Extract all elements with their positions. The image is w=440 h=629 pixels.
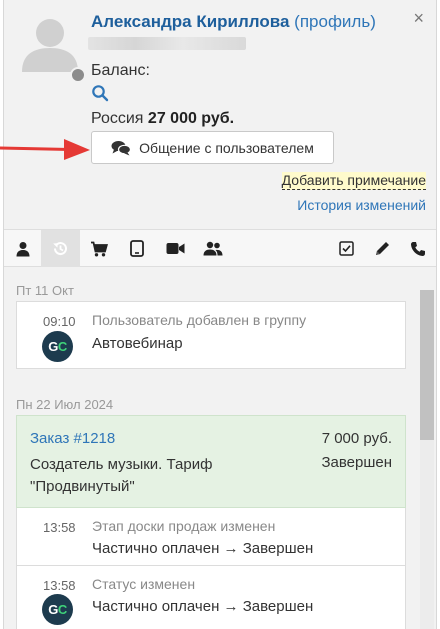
event-detail: Автовебинар [92, 335, 183, 352]
scrollbar[interactable] [420, 290, 434, 629]
cart-icon [91, 241, 108, 256]
tab-toolbar [4, 229, 436, 267]
phone-icon [411, 241, 425, 256]
chat-with-user-button[interactable]: Общение с пользователем [91, 131, 334, 164]
timeline-event: 13:58 Этап доски продаж изменен Частично… [16, 508, 406, 566]
timeline-event: 13:58 Статус изменен Частично оплачен → … [16, 566, 406, 629]
order-amount: 7 000 руб. [321, 430, 392, 447]
checkbox-icon [338, 241, 354, 256]
tab-devices[interactable] [118, 230, 156, 267]
user-icon [16, 241, 29, 256]
event-title: Статус изменен [92, 576, 196, 592]
annotation-arrow-icon [0, 139, 90, 160]
order-status: Завершен [321, 454, 392, 471]
event-time: 13:58 [43, 578, 76, 593]
pencil-icon [375, 242, 389, 255]
tab-call[interactable] [400, 230, 436, 267]
gc-logo: GC [42, 331, 73, 362]
date-header: Пн 22 Июл 2024 [16, 397, 114, 412]
avatar [22, 19, 78, 72]
timeline: Пт 11 Окт 09:10 Пользователь добавлен в … [4, 268, 436, 629]
balance-label: Баланс: [91, 62, 150, 79]
event-title: Этап доски продаж изменен [92, 518, 276, 534]
order-link[interactable]: Заказ #1218 [30, 430, 115, 447]
search-icon[interactable] [91, 84, 109, 102]
tab-groups[interactable] [194, 230, 232, 267]
blurred-email [88, 37, 246, 50]
chat-bubbles-icon [111, 140, 132, 155]
user-name-line: Александра Кириллова (профиль) [91, 12, 376, 32]
close-icon[interactable]: × [413, 9, 424, 27]
history-link[interactable]: История изменений [297, 197, 426, 213]
tab-orders[interactable] [80, 230, 118, 267]
chat-button-label: Общение с пользователем [139, 139, 314, 156]
scrollbar-thumb[interactable] [420, 290, 434, 440]
gc-logo: GC [42, 594, 73, 625]
group-icon [203, 241, 223, 256]
event-detail: Частично оплачен → Завершен [92, 598, 314, 615]
event-time: 13:58 [43, 520, 76, 535]
order-card: Заказ #1218 Создатель музыки. Тариф "Про… [16, 415, 406, 508]
country-amount: Россия 27 000 руб. [91, 110, 234, 128]
event-title: Пользователь добавлен в группу [92, 312, 307, 328]
profile-link[interactable]: (профиль) [294, 12, 376, 31]
total-amount: 27 000 руб. [147, 110, 235, 127]
add-note-link[interactable]: Добавить примечание [281, 172, 426, 190]
tab-edit[interactable] [364, 230, 400, 267]
tab-webinars[interactable] [156, 230, 194, 267]
date-header: Пт 11 Окт [16, 283, 74, 298]
tab-tasks[interactable] [328, 230, 364, 267]
history-icon [53, 242, 67, 256]
tab-user[interactable] [4, 230, 41, 267]
timeline-event: 09:10 Пользователь добавлен в группу Авт… [16, 301, 406, 369]
event-detail: Частично оплачен → Завершен [92, 540, 314, 557]
user-name[interactable]: Александра Кириллова [91, 12, 289, 31]
user-card: × Александра Кириллова (профиль) Баланс:… [3, 0, 437, 629]
status-dot [70, 67, 86, 83]
video-icon [166, 243, 184, 254]
event-time: 09:10 [43, 314, 76, 329]
country: Россия [91, 110, 144, 127]
order-description: Создатель музыки. Тариф "Продвинутый" [30, 456, 213, 495]
tablet-icon [130, 240, 144, 257]
tab-history[interactable] [41, 230, 80, 267]
